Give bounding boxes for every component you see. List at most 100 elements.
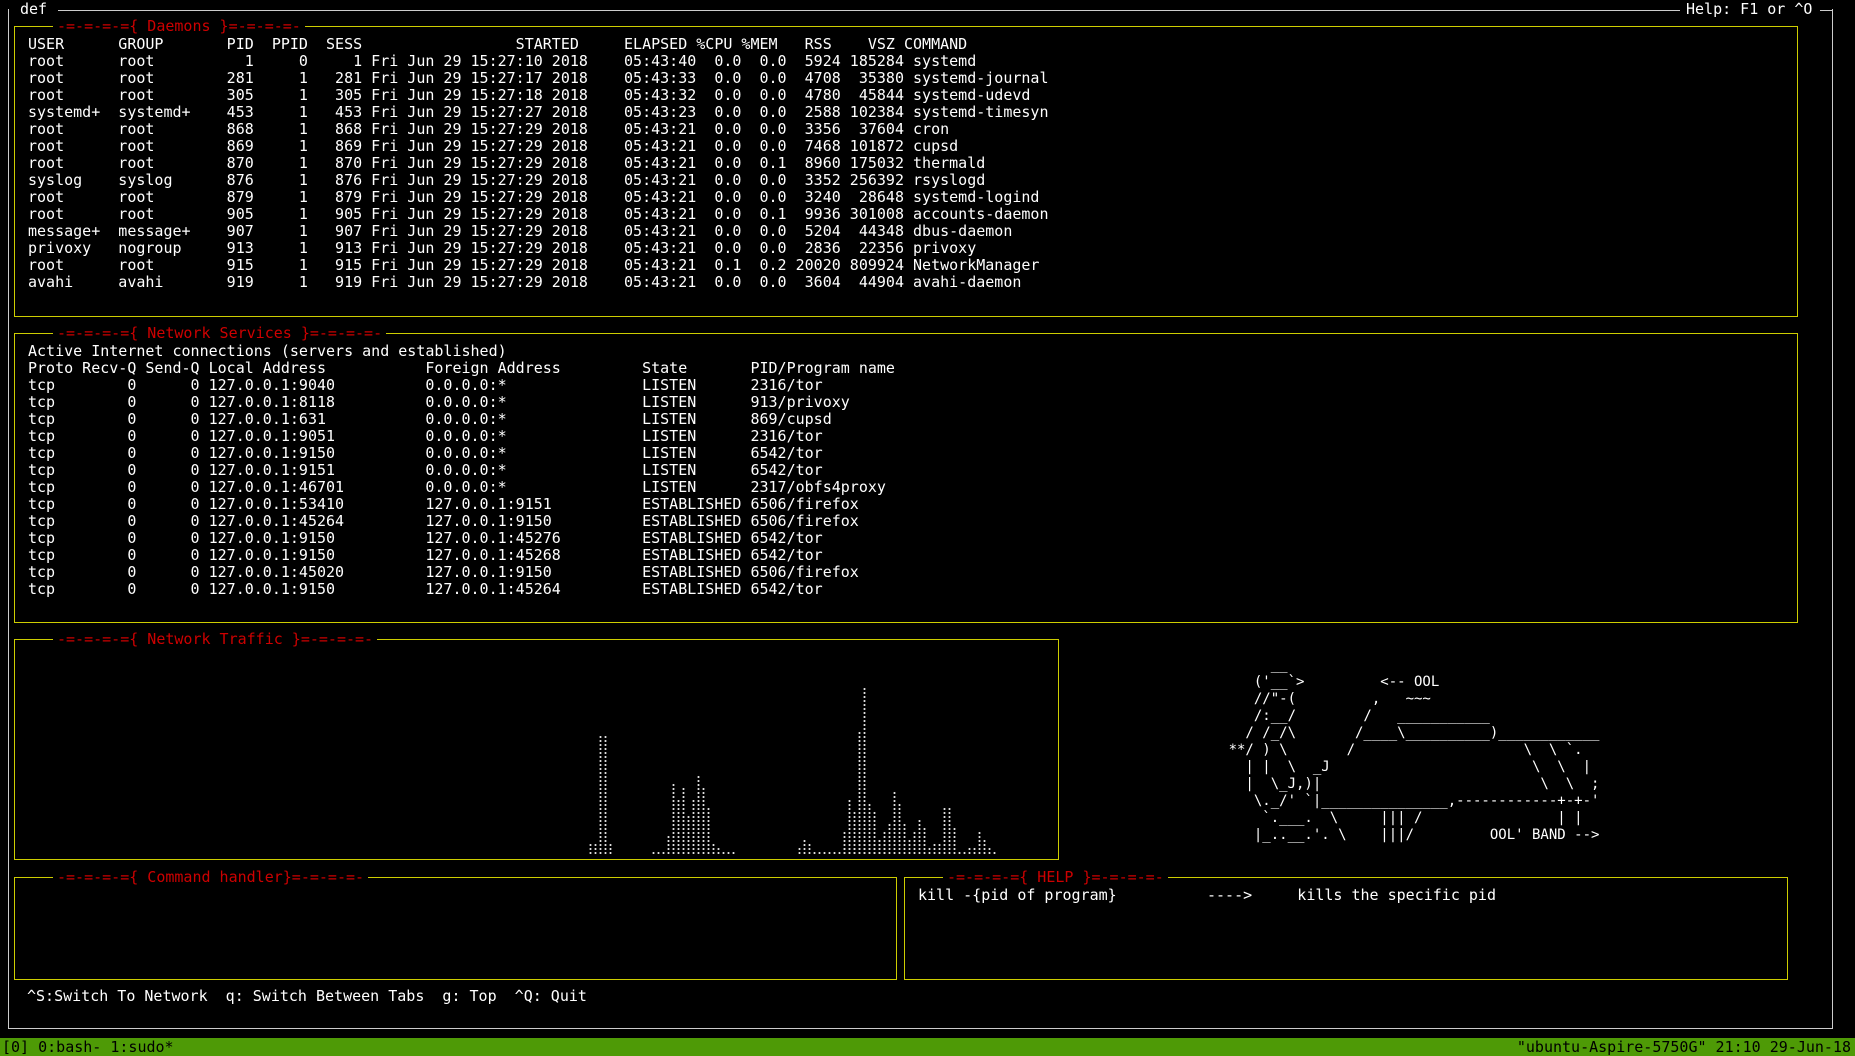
traffic-bar [988,847,991,855]
table-row[interactable]: tcp 0 0 127.0.0.1:9150 127.0.0.1:45268 E… [28,547,886,564]
traffic-bar [958,851,961,855]
traffic-bar [823,851,826,855]
traffic-bar [813,851,816,855]
traffic-bar [873,843,876,855]
traffic-bar [843,847,846,855]
traffic-bar [833,851,836,855]
traffic-bar [652,851,655,855]
tmux-host-clock: "ubuntu-Aspire-5750G" 21:10 29-Jun-18 [1516,1038,1851,1056]
command-handler-panel[interactable]: -=-=-=-={ Command handler}=-=-=-=- [14,869,897,980]
traffic-bar [818,851,821,855]
traffic-bar [712,843,715,855]
traffic-bar [853,847,856,855]
traffic-bar [968,847,971,855]
command-input[interactable] [25,888,886,908]
daemons-panel[interactable]: -=-=-=-={ Daemons }=-=-=-=- USER GROUP P… [14,18,1798,317]
network-services-panel[interactable]: -=-=-=-={ Network Services }=-=-=-=- Act… [14,325,1798,623]
traffic-bar [963,851,966,855]
daemons-table[interactable]: root root 1 0 1 Fri Jun 29 15:27:10 2018… [28,53,1048,291]
traffic-bar [672,783,675,855]
traffic-bar [918,819,921,855]
table-row[interactable]: root root 1 0 1 Fri Jun 29 15:27:10 2018… [28,53,1048,70]
traffic-bar-group [652,775,735,855]
connections-intro: Active Internet connections (servers and… [28,342,507,360]
traffic-bar [677,799,680,855]
connections-header: Proto Recv-Q Send-Q Local Address Foreig… [28,359,895,377]
traffic-bar [604,735,607,855]
network-traffic-title: -=-=-=-={ Network Traffic }=-=-=-=- [53,631,378,648]
traffic-bar [923,827,926,855]
table-row[interactable]: root root 905 1 905 Fri Jun 29 15:27:29 … [28,206,1048,223]
traffic-bar [702,787,705,855]
help-panel-title: -=-=-=-={ HELP }=-=-=-=- [943,869,1168,886]
traffic-bar [808,843,811,855]
table-row[interactable]: tcp 0 0 127.0.0.1:9150 127.0.0.1:45264 E… [28,581,886,598]
table-row[interactable]: tcp 0 0 127.0.0.1:9150 127.0.0.1:45276 E… [28,530,886,547]
help-hint: Help: F1 or ^O [1684,0,1815,18]
table-row[interactable]: tcp 0 0 127.0.0.1:9150 0.0.0.0:* LISTEN … [28,445,886,462]
traffic-bar [893,791,896,855]
hotkeys-bar: ^S:Switch To Network q: Switch Between T… [27,987,587,1005]
table-row[interactable]: root root 281 1 281 Fri Jun 29 15:27:17 … [28,70,1048,87]
connections-table[interactable]: tcp 0 0 127.0.0.1:9040 0.0.0.0:* LISTEN … [28,377,886,598]
traffic-bar [828,851,831,855]
traffic-bar [938,843,941,855]
table-row[interactable]: tcp 0 0 127.0.0.1:45264 127.0.0.1:9150 E… [28,513,886,530]
traffic-bar [878,839,881,855]
traffic-bar [908,839,911,855]
frame-top-border [58,10,1680,11]
traffic-bar [717,847,720,855]
table-row[interactable]: tcp 0 0 127.0.0.1:9151 0.0.0.0:* LISTEN … [28,462,886,479]
traffic-bar [609,843,612,855]
traffic-bar [732,851,735,855]
traffic-bar [883,831,886,855]
traffic-bar [682,787,685,855]
tmux-status-bar: [0] 0:bash- 1:sudo* "ubuntu-Aspire-5750G… [0,1038,1855,1056]
traffic-bar [692,799,695,855]
traffic-bar [707,807,710,855]
table-row[interactable]: root root 879 1 879 Fri Jun 29 15:27:29 … [28,189,1048,206]
traffic-bar [798,847,801,855]
tmux-window-list[interactable]: [0] 0:bash- 1:sudo* [2,1038,174,1056]
table-row[interactable]: message+ message+ 907 1 907 Fri Jun 29 1… [28,223,1048,240]
table-row[interactable]: tcp 0 0 127.0.0.1:8118 0.0.0.0:* LISTEN … [28,394,886,411]
table-row[interactable]: tcp 0 0 127.0.0.1:46701 0.0.0.0:* LISTEN… [28,479,886,496]
traffic-bar [978,831,981,855]
table-row[interactable]: root root 305 1 305 Fri Jun 29 15:27:18 … [28,87,1048,104]
help-line: kill -{pid of program} ----> kills the s… [918,886,1496,904]
traffic-bar [803,839,806,855]
traffic-bar [993,851,996,855]
traffic-bar [697,775,700,855]
traffic-bar [687,815,690,855]
table-row[interactable]: root root 868 1 868 Fri Jun 29 15:27:29 … [28,121,1048,138]
traffic-bar [943,807,946,855]
table-row[interactable]: root root 869 1 869 Fri Jun 29 15:27:29 … [28,138,1048,155]
table-row[interactable]: privoxy nogroup 913 1 913 Fri Jun 29 15:… [28,240,1048,257]
traffic-bar [888,823,891,855]
table-row[interactable]: avahi avahi 919 1 919 Fri Jun 29 15:27:2… [28,274,1048,291]
frame-top-border-end [1820,10,1832,11]
traffic-bar-group [958,831,996,855]
traffic-bar [973,847,976,855]
table-row[interactable]: root root 915 1 915 Fri Jun 29 15:27:29 … [28,257,1048,274]
traffic-bar [948,807,951,855]
daemons-title: -=-=-=-={ Daemons }=-=-=-=- [53,18,305,35]
table-row[interactable]: systemd+ systemd+ 453 1 453 Fri Jun 29 1… [28,104,1048,121]
table-row[interactable]: tcp 0 0 127.0.0.1:45020 127.0.0.1:9150 E… [28,564,886,581]
table-row[interactable]: tcp 0 0 127.0.0.1:9040 0.0.0.0:* LISTEN … [28,377,886,394]
traffic-bar [868,843,871,855]
traffic-bar [898,803,901,855]
window-title: def [18,0,50,18]
traffic-bar [589,843,592,855]
table-row[interactable]: syslog syslog 876 1 876 Fri Jun 29 15:27… [28,172,1048,189]
table-row[interactable]: tcp 0 0 127.0.0.1:631 0.0.0.0:* LISTEN 8… [28,411,886,428]
traffic-bar [983,839,986,855]
traffic-bar [848,847,851,855]
traffic-bar-group [843,791,956,855]
traffic-bar [657,851,660,855]
table-row[interactable]: tcp 0 0 127.0.0.1:53410 127.0.0.1:9151 E… [28,496,886,513]
table-row[interactable]: tcp 0 0 127.0.0.1:9051 0.0.0.0:* LISTEN … [28,428,886,445]
table-row[interactable]: root root 870 1 870 Fri Jun 29 15:27:29 … [28,155,1048,172]
traffic-bar [667,835,670,855]
traffic-bar [662,851,665,855]
